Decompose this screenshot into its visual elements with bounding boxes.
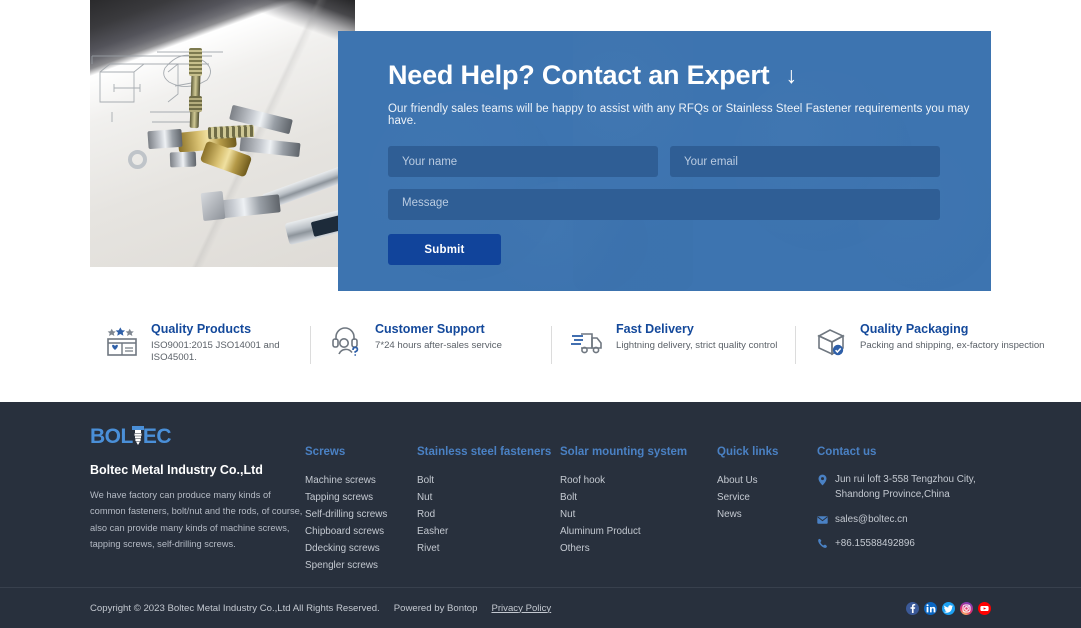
footer-column-quick-links: Quick links About Us Service News (717, 426, 817, 574)
fastener-steel-cap (147, 129, 182, 149)
boltec-logo[interactable]: BOL EC (90, 426, 171, 447)
feature-divider (795, 326, 796, 364)
hero-subtitle: Our friendly sales teams will be happy t… (388, 103, 991, 127)
footer-brand-column: BOL EC Boltec Metal Industry Co.,Ltd We h… (90, 426, 305, 574)
feature-title: Quality Products (151, 322, 310, 336)
footer-column-heading: Stainless steel fasteners (417, 446, 560, 458)
fastener-thread-b (189, 96, 202, 112)
fast-delivery-icon (570, 324, 604, 358)
contact-form-row (388, 146, 991, 177)
contact-email[interactable]: sales@boltec.cn (835, 512, 908, 527)
features-bar: Quality Products ISO9001:2015 JSO14001 a… (0, 304, 1081, 402)
facebook-icon[interactable] (906, 602, 919, 615)
logo-text-a: BOL (90, 425, 133, 448)
powered-by-text: Powered by Bontop (394, 603, 478, 614)
fastener-washer (128, 150, 147, 169)
contact-email-row[interactable]: sales@boltec.cn (817, 512, 997, 527)
feature-fast-delivery: Fast Delivery Lightning delivery, strict… (570, 304, 795, 358)
hero-product-image (90, 0, 355, 267)
footer-link[interactable]: Spengler screws (305, 557, 417, 574)
feature-quality-packaging: Quality Packaging Packing and shipping, … (814, 304, 1064, 358)
footer-column-heading: Solar mounting system (560, 446, 717, 458)
feature-title: Quality Packaging (860, 322, 1045, 336)
footer-company-name: Boltec Metal Industry Co.,Ltd (90, 463, 305, 477)
message-input[interactable] (388, 189, 940, 220)
footer-link[interactable]: Rivet (417, 540, 560, 557)
feature-customer-support: Customer Support 7*24 hours after-sales … (329, 304, 551, 358)
footer-link[interactable]: Machine screws (305, 472, 417, 489)
envelope-icon (817, 513, 828, 525)
contact-phone-row[interactable]: +86.15588492896 (817, 536, 997, 551)
footer-link[interactable]: Rod (417, 506, 560, 523)
customer-support-icon (329, 324, 363, 358)
screw-logo-icon (132, 426, 144, 446)
footer-column-stainless: Stainless steel fasteners Bolt Nut Rod E… (417, 426, 560, 574)
footer-link[interactable]: Bolt (560, 489, 717, 506)
contact-address: Jun rui loft 3-558 Tengzhou City, Shando… (835, 472, 997, 503)
footer-company-description: We have factory can produce many kinds o… (90, 487, 305, 552)
site-footer: BOL EC Boltec Metal Industry Co.,Ltd We h… (0, 402, 1081, 628)
footer-link[interactable]: About Us (717, 472, 817, 489)
footer-bottom-bar: Copyright © 2023 Boltec Metal Industry C… (0, 587, 1081, 628)
arrow-down-icon: ↓ (785, 64, 796, 87)
hero-heading-text: Need Help? Contact an Expert (388, 60, 769, 91)
quality-products-icon (105, 324, 139, 358)
feature-divider (310, 326, 311, 364)
feature-quality-products: Quality Products ISO9001:2015 JSO14001 a… (105, 304, 310, 365)
fastener-steel-nut (170, 152, 197, 168)
fastener-thread-a (189, 48, 202, 76)
footer-link[interactable]: News (717, 506, 817, 523)
linkedin-icon[interactable] (924, 602, 937, 615)
phone-icon (817, 537, 828, 549)
privacy-policy-link[interactable]: Privacy Policy (491, 603, 551, 614)
contact-panel: Need Help? Contact an Expert ↓ Our frien… (338, 31, 991, 291)
fastener-thread-c (208, 125, 255, 139)
feature-desc: Packing and shipping, ex-factory inspect… (860, 340, 1045, 352)
submit-button[interactable]: Submit (388, 234, 501, 265)
footer-link[interactable]: Tapping screws (305, 489, 417, 506)
location-pin-icon (817, 473, 828, 485)
copyright-text: Copyright © 2023 Boltec Metal Industry C… (90, 603, 380, 614)
footer-column-heading: Contact us (817, 446, 997, 458)
footer-column-contact: Contact us Jun rui loft 3-558 Tengzhou C… (817, 426, 997, 574)
feature-title: Customer Support (375, 322, 502, 336)
email-input[interactable] (670, 146, 940, 177)
twitter-icon[interactable] (942, 602, 955, 615)
footer-link[interactable]: Ddecking screws (305, 540, 417, 557)
youtube-icon[interactable] (978, 602, 991, 615)
footer-link[interactable]: Chipboard screws (305, 523, 417, 540)
instagram-icon[interactable] (960, 602, 973, 615)
footer-link[interactable]: Others (560, 540, 717, 557)
name-input[interactable] (388, 146, 658, 177)
footer-column-heading: Quick links (717, 446, 817, 458)
footer-link[interactable]: Service (717, 489, 817, 506)
contact-phone[interactable]: +86.15588492896 (835, 536, 915, 551)
feature-divider (551, 326, 552, 364)
footer-column-heading: Screws (305, 446, 417, 458)
footer-link[interactable]: Bolt (417, 472, 560, 489)
footer-link[interactable]: Easher (417, 523, 560, 540)
measured-bolt-head (201, 191, 226, 221)
feature-title: Fast Delivery (616, 322, 777, 336)
footer-link[interactable]: Nut (417, 489, 560, 506)
contact-address-row: Jun rui loft 3-558 Tengzhou City, Shando… (817, 472, 997, 503)
footer-link[interactable]: Self-drilling screws (305, 506, 417, 523)
quality-packaging-icon (814, 324, 848, 358)
hero-heading: Need Help? Contact an Expert ↓ (388, 60, 991, 91)
footer-column-screws: Screws Machine screws Tapping screws Sel… (305, 426, 417, 574)
logo-text-b: EC (143, 425, 171, 448)
footer-link[interactable]: Nut (560, 506, 717, 523)
footer-column-solar: Solar mounting system Roof hook Bolt Nut… (560, 426, 717, 574)
copyright-line: Copyright © 2023 Boltec Metal Industry C… (90, 603, 551, 614)
feature-desc: 7*24 hours after-sales service (375, 340, 502, 352)
footer-link[interactable]: Aluminum Product (560, 523, 717, 540)
footer-link[interactable]: Roof hook (560, 472, 717, 489)
feature-desc: Lightning delivery, strict quality contr… (616, 340, 777, 352)
feature-desc: ISO9001:2015 JSO14001 and ISO45001. (151, 340, 310, 365)
social-links (906, 602, 991, 615)
